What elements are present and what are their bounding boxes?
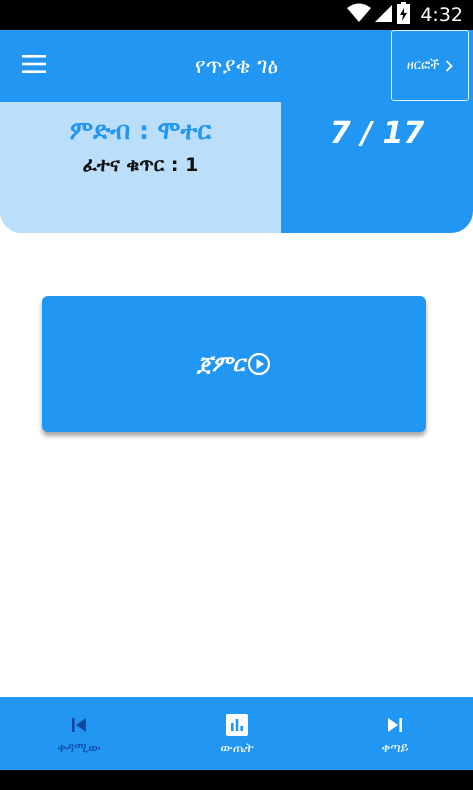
- status-time: 4:32: [420, 4, 463, 26]
- cell-signal-icon: [375, 3, 393, 27]
- play-circle-icon: [247, 352, 271, 376]
- category-separator: :: [138, 116, 158, 145]
- exam-separator: :: [170, 154, 186, 176]
- results-button[interactable]: ውጤት: [158, 697, 316, 770]
- menu-button[interactable]: [16, 50, 52, 82]
- previous-button[interactable]: ቀዳሚው: [0, 697, 158, 770]
- start-label: ጀምር: [197, 351, 245, 377]
- next-button[interactable]: ቀጣይ: [316, 697, 473, 770]
- app-bar: የጥያቄ ገፅ ዘርፎች: [0, 30, 473, 102]
- chapters-label: ዘርፎች: [406, 58, 440, 73]
- previous-label: ቀዳሚው: [57, 740, 101, 756]
- chevron-right-icon: [445, 59, 454, 72]
- exam-line: ፈተና ቁጥር : 1: [0, 154, 281, 176]
- info-panel: ምድብ : ሞተር ፈተና ቁጥር : 1 7 / 17: [0, 102, 473, 233]
- skip-next-icon: [386, 712, 404, 738]
- start-button[interactable]: ጀምር: [42, 296, 426, 432]
- status-bar: 4:32: [0, 0, 473, 30]
- bottom-nav: ቀዳሚው ውጤት ቀጣይ: [0, 697, 473, 770]
- category-line: ምድብ : ሞተር: [0, 116, 281, 146]
- wifi-icon: [347, 3, 372, 27]
- chapters-button[interactable]: ዘርፎች: [391, 30, 469, 101]
- question-progress: 7 / 17: [329, 116, 425, 151]
- skip-previous-icon: [70, 712, 88, 738]
- battery-icon: [397, 2, 411, 28]
- bar-chart-icon: [225, 712, 249, 738]
- category-value: ሞተር: [157, 116, 212, 145]
- category-label: ምድብ: [69, 116, 131, 145]
- exam-value: 1: [185, 154, 199, 176]
- next-label: ቀጣይ: [381, 740, 409, 756]
- results-label: ውጤት: [220, 740, 254, 756]
- page-title: የጥያቄ ገፅ: [194, 53, 279, 79]
- status-icons: 4:32: [347, 2, 463, 28]
- exam-label: ፈተና ቁጥር: [82, 154, 165, 176]
- menu-icon: [22, 55, 46, 77]
- info-left-panel: ምድብ : ሞተር ፈተና ቁጥር : 1: [0, 102, 281, 233]
- system-navigation-bar: [0, 770, 473, 790]
